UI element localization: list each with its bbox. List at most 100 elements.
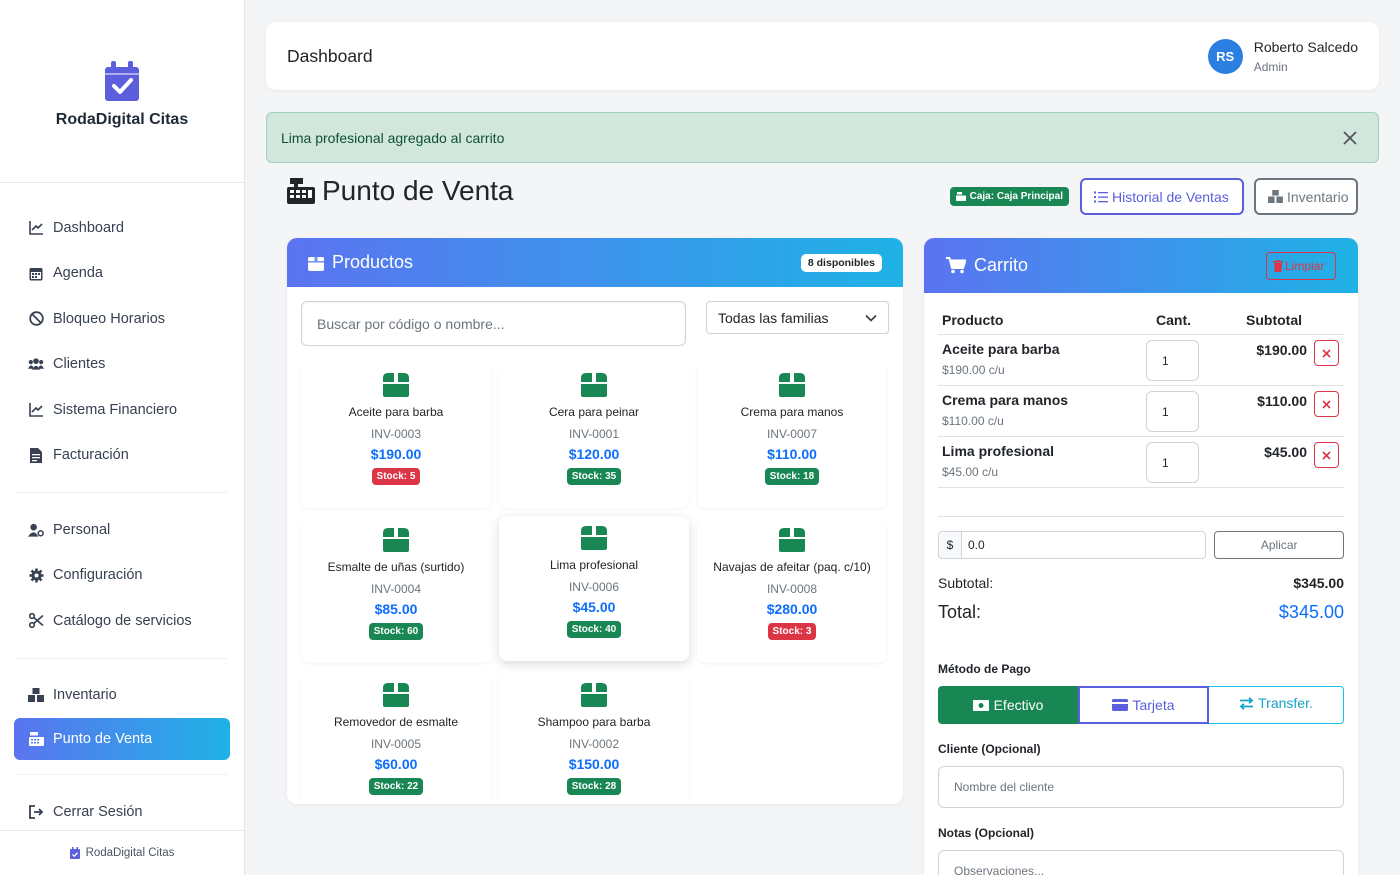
sidebar-item-label: Catálogo de servicios	[53, 612, 192, 629]
discount-prefix: $	[938, 531, 961, 559]
client-name-input[interactable]: Nombre del cliente	[938, 766, 1344, 808]
sidebar-item-sistema-financiero[interactable]: Sistema Financiero	[0, 387, 244, 433]
product-price: $190.00	[370, 446, 422, 462]
total-value: $345.00	[1278, 602, 1344, 622]
quantity-input[interactable]: 1	[1146, 391, 1199, 432]
product-card[interactable]: Cera para peinar INV-0001 $120.00 Stock: 35	[499, 363, 689, 508]
cash-register-icon	[955, 192, 966, 201]
total-row: Total: $345.00	[938, 602, 1344, 623]
products-title: Productos	[332, 252, 414, 272]
sales-history-button[interactable]: Historial de Ventas	[1080, 178, 1244, 215]
client-label: Cliente (Opcional)	[938, 742, 1041, 756]
product-name: Aceite para barba	[348, 405, 444, 419]
product-code: INV-0004	[370, 582, 422, 596]
product-code: INV-0002	[568, 737, 620, 751]
avatar[interactable]: RS	[1207, 38, 1243, 74]
transfer-icon	[1239, 697, 1254, 710]
product-card[interactable]: Shampoo para barba INV-0002 $150.00 Stock: …	[499, 673, 689, 804]
notes-input[interactable]: Observaciones...	[938, 850, 1344, 875]
product-search-input[interactable]: Buscar por código o nombre...	[301, 301, 686, 346]
product-name: Lima profesional	[549, 558, 639, 572]
sidebar-item-configuracion[interactable]: Configuración	[0, 553, 244, 599]
sidebar-item-label: Clientes	[53, 356, 106, 373]
pay-card-button[interactable]: Tarjeta	[1078, 686, 1209, 724]
pay-transfer-button[interactable]: Transfer.	[1209, 686, 1344, 724]
box-icon	[581, 683, 607, 707]
page-title: Punto de Venta	[287, 175, 514, 207]
user-role: Admin	[1253, 59, 1288, 74]
apply-discount-button[interactable]: Aplicar	[1214, 531, 1344, 559]
credit-card-icon	[1112, 699, 1129, 711]
product-name: Removedor de esmalte	[333, 715, 459, 729]
remove-item-button[interactable]	[1314, 391, 1339, 417]
box-icon	[383, 683, 409, 707]
cart-item-unit-price: $190.00 c/u	[942, 363, 1005, 377]
total-label: Total:	[938, 602, 982, 622]
sidebar-item-inventario[interactable]: Inventario	[0, 673, 244, 719]
pay-cash-button[interactable]: Efectivo	[938, 686, 1078, 724]
sidebar-item-bloqueo-horarios[interactable]: Bloqueo Horarios	[0, 296, 244, 342]
remove-item-button[interactable]	[1314, 340, 1339, 366]
box-icon	[581, 373, 607, 397]
quantity-input[interactable]: 1	[1146, 340, 1199, 381]
cart-item-unit-price: $45.00 c/u	[942, 465, 999, 479]
sidebar-item-facturacion[interactable]: Facturación	[0, 433, 244, 479]
clear-cart-button[interactable]: Limpiar	[1266, 251, 1336, 280]
sidebar-item-dashboard[interactable]: Dashboard	[0, 205, 244, 251]
sidebar-item-label: Punto de Venta	[53, 731, 153, 747]
remove-item-button[interactable]	[1314, 442, 1339, 468]
product-card[interactable]: Lima profesional INV-0006 $45.00 Stock: 40	[499, 516, 689, 661]
sidebar-item-label: Cerrar Sesión	[53, 803, 143, 820]
box-icon	[383, 528, 409, 552]
user-name: Roberto Salcedo	[1253, 38, 1358, 55]
payment-method-label: Método de Pago	[938, 662, 1031, 676]
payment-method-group: Efectivo Tarjeta Transfer.	[938, 686, 1344, 724]
stock-badge: Stock: 35	[566, 468, 622, 485]
sidebar-item-punto-de-venta[interactable]: Punto de Venta	[14, 718, 230, 760]
product-card[interactable]: Esmalte de uñas (surtido) INV-0004 $85.00 S…	[301, 518, 491, 663]
sidebar-item-cerrar-sesion[interactable]: Cerrar Sesión	[0, 789, 244, 835]
sidebar-item-catalogo-servicios[interactable]: Catálogo de servicios	[0, 598, 244, 644]
sidebar-footer: RodaDigital Citas	[0, 830, 244, 875]
family-select[interactable]: Todas las familias	[706, 301, 889, 334]
page-header-title: Dashboard	[287, 45, 373, 66]
cart-item-name: Lima profesional	[942, 443, 1055, 459]
nav-divider	[16, 657, 228, 659]
sidebar-item-label: Facturación	[53, 447, 129, 464]
product-name: Esmalte de uñas (surtido)	[327, 560, 465, 574]
notes-label: Notas (Opcional)	[938, 826, 1035, 840]
page-actions: Caja: Caja Principal Historial de Ventas…	[949, 178, 1358, 215]
product-card[interactable]: Crema para manos INV-0007 $110.00 Stock: 18	[697, 363, 887, 508]
product-card[interactable]: Removedor de esmalte INV-0005 $60.00 Stock:…	[301, 673, 491, 804]
subtotal-row: Subtotal: $345.00	[938, 575, 1344, 591]
caja-badge: Caja: Caja Principal	[949, 187, 1069, 206]
user-menu[interactable]: RS Roberto Salcedo Admin	[1207, 38, 1358, 74]
chevron-down-icon	[865, 314, 877, 322]
cart-item-unit-price: $110.00 c/u	[942, 414, 1004, 428]
discount-input[interactable]: 0.0	[960, 531, 1207, 559]
product-name: Navajas de afeitar (paq. c/10)	[713, 560, 871, 574]
brand: RodaDigital Citas	[0, 0, 244, 183]
chart-line-icon	[28, 220, 44, 236]
sidebar-item-personal[interactable]: Personal	[0, 507, 244, 553]
product-price: $280.00	[766, 601, 818, 617]
box-icon	[581, 526, 607, 550]
product-card[interactable]: Aceite para barba INV-0003 $190.00 Stock: 5	[301, 363, 491, 508]
sidebar-item-label: Inventario	[53, 687, 117, 704]
close-icon[interactable]	[1342, 130, 1358, 146]
products-panel: Productos 8 disponibles Buscar por códig…	[287, 238, 903, 804]
cart-panel-header: Carrito Limpiar	[924, 238, 1358, 293]
boxes-icon	[1268, 190, 1283, 203]
col-cantidad: Cant.	[1156, 311, 1191, 328]
product-card[interactable]: Navajas de afeitar (paq. c/10) INV-0008 $2…	[697, 518, 887, 663]
quantity-input[interactable]: 1	[1146, 442, 1199, 483]
sidebar-item-label: Sistema Financiero	[53, 401, 178, 418]
sidebar-item-clientes[interactable]: Clientes	[0, 342, 244, 388]
product-price: $60.00	[374, 756, 418, 772]
calendar-check-icon	[69, 847, 80, 859]
close-icon	[1322, 399, 1331, 409]
close-icon	[1322, 348, 1331, 358]
inventory-button[interactable]: Inventario	[1254, 178, 1358, 215]
sidebar-item-agenda[interactable]: Agenda	[0, 251, 244, 297]
cart-item-name: Crema para manos	[942, 392, 1069, 408]
